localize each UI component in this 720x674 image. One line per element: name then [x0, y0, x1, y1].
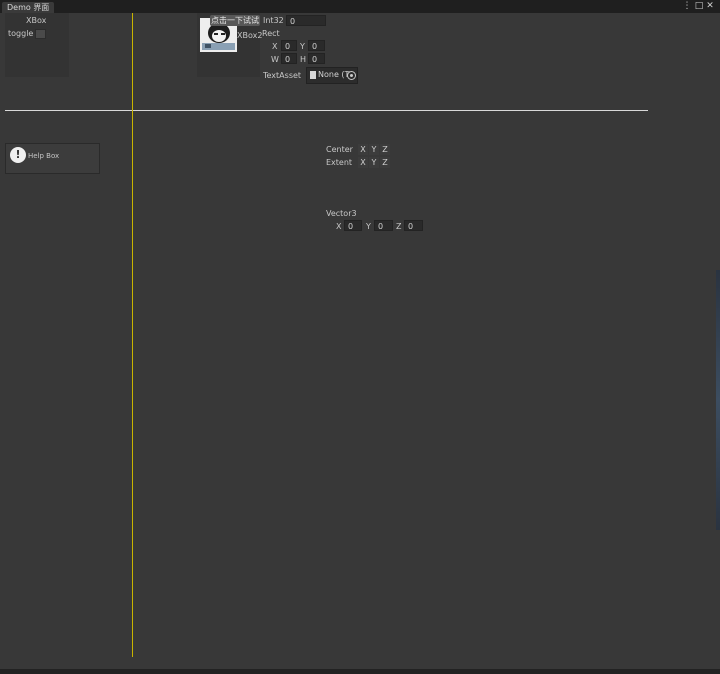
toggle-label: toggle	[8, 29, 34, 38]
vector3-x-label: X	[336, 222, 342, 231]
title-bar	[0, 0, 720, 13]
vector3-x-input[interactable]: 0	[344, 220, 362, 231]
help-box: ! Help Box	[5, 143, 100, 174]
extent-x-field[interactable]: X	[358, 157, 368, 168]
vector3-y-input[interactable]: 0	[374, 220, 393, 231]
maximize-icon[interactable]: □	[694, 1, 704, 12]
rect-y-label: Y	[300, 42, 305, 51]
extent-y-field[interactable]: Y	[369, 157, 379, 168]
center-y-field[interactable]: Y	[369, 144, 379, 155]
extent-label: Extent	[326, 158, 353, 167]
rect-x-label: X	[272, 42, 278, 51]
vector3-y-label: Y	[366, 222, 371, 231]
xbox2-label: XBox2	[237, 31, 263, 40]
rect-h-label: H	[300, 55, 307, 64]
help-box-text: Help Box	[28, 152, 60, 160]
int32-input[interactable]: 0	[286, 15, 326, 26]
center-label: Center	[326, 145, 353, 154]
try-click-button[interactable]: 点击一下试试	[210, 15, 260, 26]
rect-h-input[interactable]: 0	[308, 53, 325, 64]
vector3-z-input[interactable]: 0	[404, 220, 423, 231]
extent-z-field[interactable]: Z	[380, 157, 390, 168]
picker-dot-icon	[350, 74, 353, 77]
bottom-border	[0, 669, 720, 674]
horizontal-separator	[5, 110, 648, 111]
vector3-label: Vector3	[326, 209, 357, 218]
document-icon	[310, 71, 316, 79]
center-x-field[interactable]: X	[358, 144, 368, 155]
rect-y-input[interactable]: 0	[308, 40, 325, 51]
center-z-field[interactable]: Z	[380, 144, 390, 155]
rect-label: Rect	[262, 29, 280, 38]
close-icon[interactable]: ✕	[705, 1, 715, 12]
rect-x-input[interactable]: 0	[281, 40, 297, 51]
toggle-checkbox[interactable]	[35, 29, 46, 39]
more-menu-icon[interactable]: ⋮	[682, 1, 692, 12]
int32-label: Int32	[263, 16, 284, 25]
window-tab[interactable]: Demo 界面	[2, 2, 55, 13]
textasset-value: None (T	[318, 70, 350, 79]
background-strip	[716, 270, 720, 530]
editor-content	[0, 13, 720, 669]
rect-w-input[interactable]: 0	[281, 53, 297, 64]
object-picker-icon[interactable]	[347, 71, 356, 80]
info-icon: !	[10, 147, 26, 163]
rect-w-label: W	[271, 55, 279, 64]
textasset-label: TextAsset	[263, 71, 302, 80]
xbox-label: XBox	[26, 16, 47, 25]
vector3-z-label: Z	[396, 222, 402, 231]
vertical-separator	[132, 13, 133, 657]
